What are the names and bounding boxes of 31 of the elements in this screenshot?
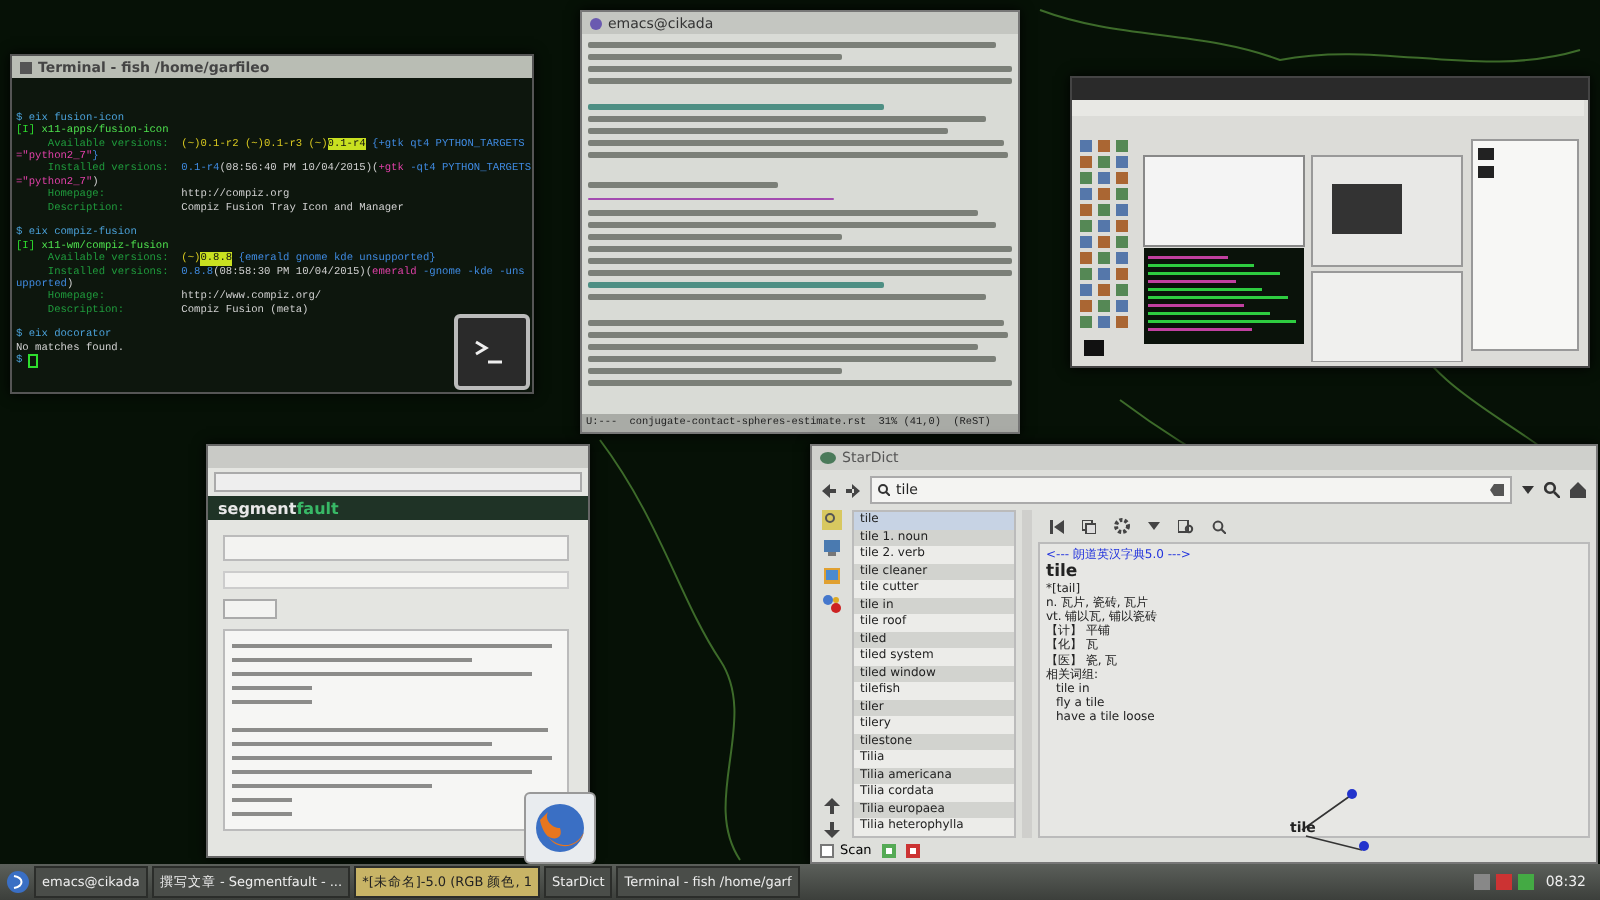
scan-checkbox[interactable] [820, 843, 834, 857]
picture-icon[interactable] [822, 566, 842, 586]
terminal-icon [20, 61, 32, 73]
headword: tile [1046, 562, 1080, 583]
find-icon[interactable] [1178, 519, 1194, 533]
search-icon [878, 484, 890, 496]
jump-icon[interactable] [1050, 519, 1064, 533]
dropdown-icon[interactable] [1522, 486, 1534, 494]
copy-icon[interactable] [1082, 519, 1096, 533]
dropdown-icon[interactable] [1148, 522, 1160, 530]
back-icon[interactable] [822, 483, 836, 497]
gear-icon[interactable] [1114, 518, 1130, 534]
forward-icon[interactable] [846, 483, 860, 497]
search-icon[interactable] [1544, 482, 1560, 498]
browser-app-icon[interactable] [524, 792, 596, 864]
panel-icon[interactable] [881, 843, 896, 857]
home-icon[interactable] [1570, 482, 1586, 498]
search-icon[interactable] [1212, 519, 1226, 533]
system-tray-icon[interactable] [1473, 872, 1534, 892]
app-icon [590, 17, 602, 29]
app-icon [820, 452, 836, 464]
arrow-down-icon[interactable] [824, 822, 840, 838]
arrow-up-icon[interactable] [824, 798, 840, 814]
monitor-icon[interactable] [822, 538, 842, 558]
menu-icon[interactable] [6, 870, 30, 894]
cursor-icon [28, 354, 39, 369]
shapes-icon[interactable] [822, 594, 842, 614]
clear-icon[interactable] [1490, 484, 1504, 496]
quit-icon[interactable] [905, 843, 920, 857]
terminal-app-icon[interactable] [454, 314, 530, 390]
search-list-icon[interactable] [822, 510, 842, 530]
